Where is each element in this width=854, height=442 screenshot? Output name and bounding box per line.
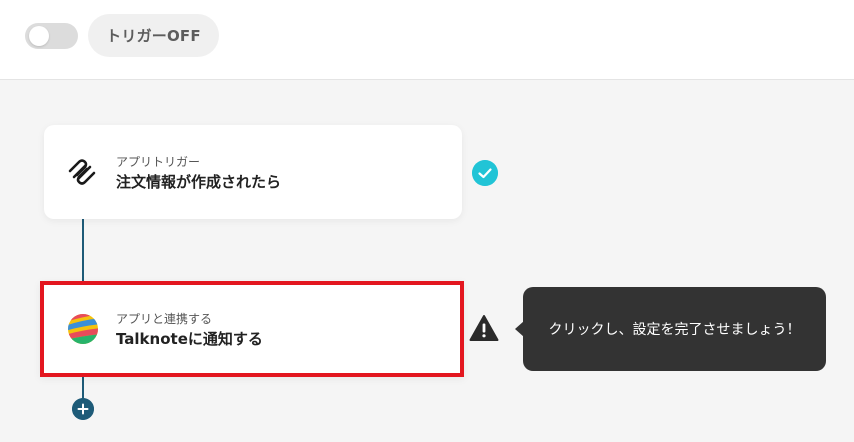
trigger-status-label: トリガーOFF (106, 27, 201, 45)
flow-step-trigger[interactable]: アプリトリガー 注文情報が作成されたら (44, 125, 462, 219)
step-title: 注文情報が作成されたら (116, 173, 282, 191)
talknote-icon (68, 314, 98, 344)
step-type-label: アプリトリガー (116, 155, 201, 169)
warning-icon (469, 315, 499, 341)
toggle-knob (29, 26, 49, 46)
flow-connector (82, 219, 84, 281)
step-type-label: アプリと連携する (116, 312, 213, 326)
add-step-button[interactable] (72, 398, 94, 420)
trigger-toggle[interactable] (25, 23, 78, 49)
flow-connector (82, 377, 84, 399)
top-bar: トリガーOFF (0, 0, 854, 80)
flow-step-action[interactable]: アプリと連携する Talknoteに通知する (40, 281, 464, 377)
tooltip-text: クリックし、設定を完了させましょう！ (548, 322, 801, 338)
check-icon (472, 160, 498, 186)
step-title: Talknoteに通知する (116, 330, 263, 348)
squarespace-icon (68, 159, 96, 185)
trigger-status-badge: トリガーOFF (88, 14, 219, 57)
setup-tooltip: クリックし、設定を完了させましょう！ (523, 287, 826, 371)
